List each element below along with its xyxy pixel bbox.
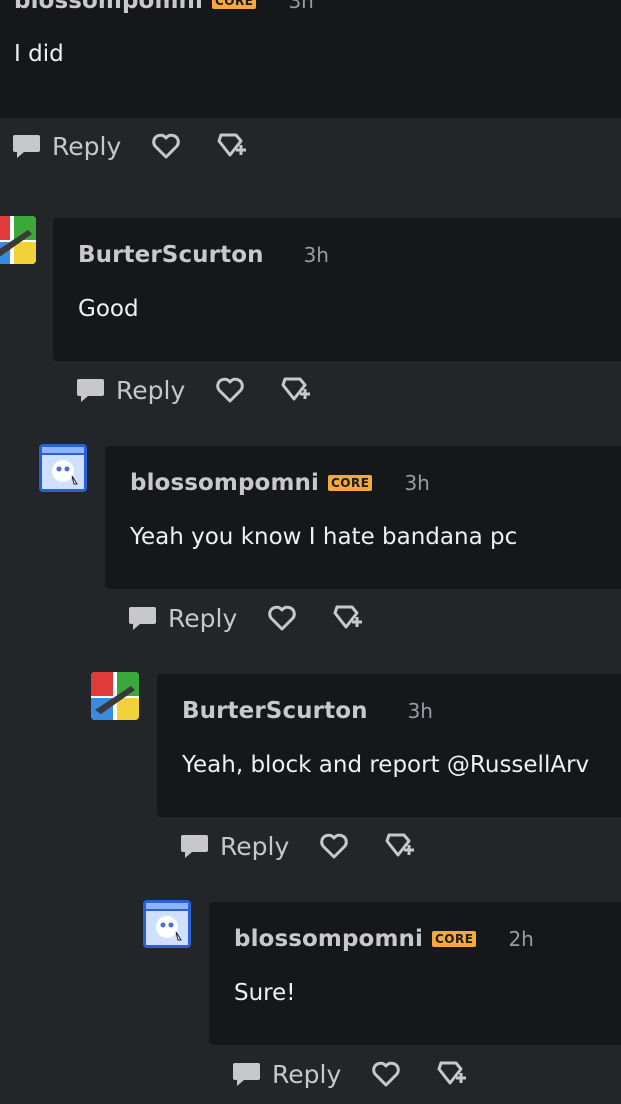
comment-header: BurterScurton 3h (182, 698, 433, 724)
comment-header: blossompomni CORE 3h (14, 0, 314, 14)
like-button[interactable] (267, 604, 297, 632)
reply-label: Reply (272, 1059, 342, 1089)
username[interactable]: BurterScurton (78, 242, 264, 268)
comment-card: BurterScurton 3h Good (53, 218, 621, 361)
reply-button[interactable]: Reply (232, 1060, 341, 1089)
reply-label: Reply (168, 603, 238, 633)
reply-icon (13, 135, 40, 158)
comment-text: I did (14, 41, 64, 67)
reply-button[interactable]: Reply (76, 376, 185, 405)
heart-icon (268, 605, 297, 631)
comment-actions: Reply (232, 1059, 468, 1089)
comment-actions: Reply (76, 375, 312, 405)
reply-icon (129, 607, 156, 630)
comment-card: blossompomni CORE 3h I did (0, 0, 621, 118)
gem-plus-icon (385, 833, 415, 857)
comment-card: blossompomni CORE 3h Yeah you know I hat… (105, 446, 621, 589)
comment-actions: Reply (180, 831, 416, 861)
avatar[interactable] (0, 216, 36, 264)
comment-card: blossompomni CORE 2h Sure! (209, 902, 621, 1045)
core-badge: CORE (432, 931, 477, 947)
gem-plus-icon (437, 1061, 467, 1085)
avatar[interactable] (143, 900, 191, 948)
gift-award-button[interactable] (382, 831, 416, 861)
heart-icon (216, 377, 245, 403)
reply-label: Reply (52, 131, 122, 161)
timestamp: 3h (303, 243, 329, 267)
timestamp: 3h (404, 471, 430, 495)
reply-button[interactable]: Reply (12, 132, 121, 161)
reply-button[interactable]: Reply (180, 832, 289, 861)
reply-icon (233, 1063, 260, 1086)
comment-header: blossompomni CORE 3h (130, 470, 430, 496)
like-button[interactable] (215, 376, 245, 404)
heart-icon (320, 833, 349, 859)
core-badge: CORE (212, 0, 257, 9)
comment-card: BurterScurton 3h Yeah, block and report … (157, 674, 621, 817)
reply-label: Reply (116, 375, 186, 405)
comment-actions: Reply (128, 603, 364, 633)
reply-label: Reply (220, 831, 290, 861)
comment-actions: Reply (12, 131, 248, 161)
comment-header: BurterScurton 3h (78, 242, 329, 268)
comment-text: Sure! (234, 980, 296, 1006)
reply-icon (181, 835, 208, 858)
gem-plus-icon (333, 605, 363, 629)
username[interactable]: BurterScurton (182, 698, 368, 724)
gem-plus-icon (281, 377, 311, 401)
heart-icon (372, 1061, 401, 1087)
username[interactable]: blossompomni (234, 926, 423, 952)
like-button[interactable] (371, 1060, 401, 1088)
heart-icon (152, 133, 181, 159)
comment-text: Yeah you know I hate bandana pc (130, 524, 518, 550)
like-button[interactable] (151, 132, 181, 160)
reply-icon (77, 379, 104, 402)
gem-plus-icon (217, 133, 247, 157)
like-button[interactable] (319, 832, 349, 860)
avatar-image (39, 444, 87, 492)
avatar-image (91, 672, 139, 720)
core-badge: CORE (328, 475, 373, 491)
avatar-image (143, 900, 191, 948)
gift-award-button[interactable] (330, 603, 364, 633)
avatar[interactable] (91, 672, 139, 720)
avatar-image (0, 216, 36, 264)
comment-text: Good (78, 296, 139, 322)
avatar[interactable] (39, 444, 87, 492)
comment-text: Yeah, block and report @RussellArv (182, 752, 590, 778)
username[interactable]: blossompomni (14, 0, 203, 14)
comment-header: blossompomni CORE 2h (234, 926, 534, 952)
gift-award-button[interactable] (434, 1059, 468, 1089)
gift-award-button[interactable] (214, 131, 248, 161)
gift-award-button[interactable] (278, 375, 312, 405)
timestamp: 2h (508, 927, 534, 951)
reply-button[interactable]: Reply (128, 604, 237, 633)
timestamp: 3h (407, 699, 433, 723)
username[interactable]: blossompomni (130, 470, 319, 496)
timestamp: 3h (288, 0, 314, 13)
